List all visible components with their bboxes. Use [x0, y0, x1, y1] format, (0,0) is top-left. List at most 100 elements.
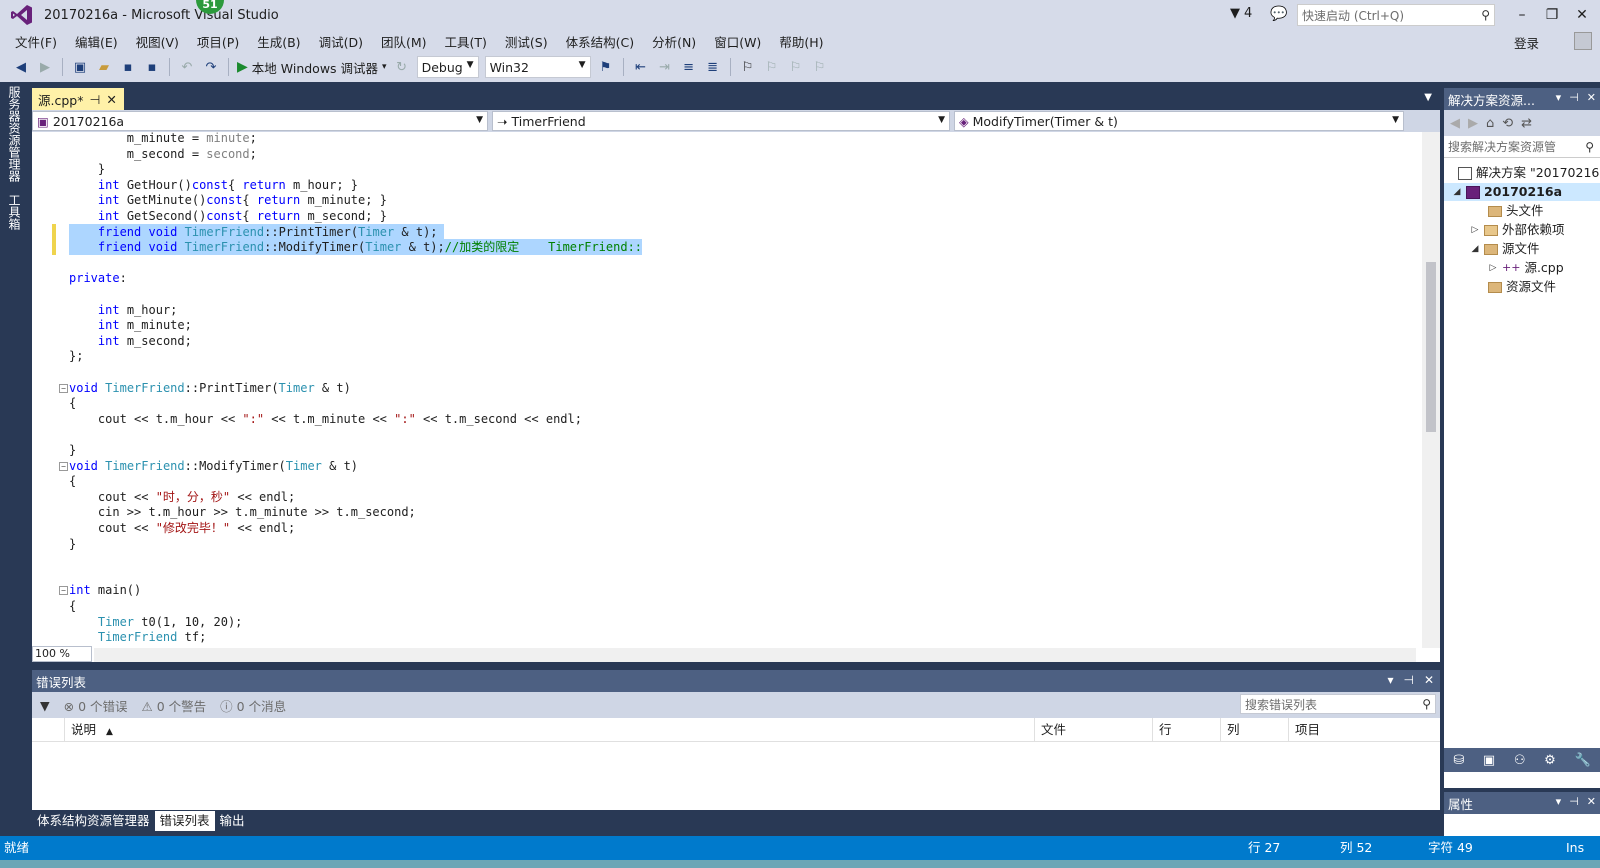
- toolbox-tab[interactable]: 工具箱: [6, 194, 23, 230]
- filter-icon[interactable]: ▼: [40, 698, 50, 713]
- clear-bookmarks-icon[interactable]: ⚐: [811, 58, 829, 76]
- column-line[interactable]: 行: [1152, 718, 1220, 742]
- vertical-scrollbar[interactable]: [1422, 132, 1440, 648]
- collapse-region-icon[interactable]: −: [59, 586, 68, 596]
- member-select[interactable]: ◈ ModifyTimer(Timer & t) ▼: [954, 111, 1404, 131]
- back-icon[interactable]: ◀: [1450, 116, 1460, 131]
- tree-item-source-files[interactable]: ◢ 源文件: [1470, 240, 1540, 258]
- column-col[interactable]: 列: [1220, 718, 1288, 742]
- configuration-select[interactable]: Debug ▼: [416, 56, 479, 78]
- tab-output[interactable]: 输出: [215, 811, 250, 831]
- save-icon[interactable]: ▪: [119, 58, 137, 76]
- code-line[interactable]: int m_minute;: [69, 317, 192, 333]
- refresh-icon[interactable]: ↻: [393, 58, 411, 76]
- code-line[interactable]: int m_hour;: [69, 302, 177, 318]
- home-icon[interactable]: ⌂: [1486, 116, 1494, 131]
- code-line[interactable]: int GetHour()const{ return m_hour; }: [69, 177, 358, 193]
- sign-in-link[interactable]: 登录: [1514, 33, 1539, 52]
- menu-build[interactable]: 生成(B): [248, 32, 309, 51]
- code-line[interactable]: }: [69, 442, 76, 458]
- code-line[interactable]: m_minute = minute;: [69, 132, 257, 146]
- code-line[interactable]: friend void TimerFriend::PrintTimer(Time…: [69, 223, 444, 240]
- class-view-icon[interactable]: ⚙: [1544, 753, 1556, 768]
- tree-item-resource-files[interactable]: 资源文件: [1488, 278, 1556, 296]
- column-file[interactable]: 文件: [1034, 718, 1152, 742]
- code-line[interactable]: int main(): [69, 582, 141, 598]
- code-line[interactable]: };: [69, 348, 83, 364]
- code-line[interactable]: {: [69, 598, 76, 614]
- indent-icon[interactable]: ⇥: [656, 58, 674, 76]
- code-editor[interactable]: m_minute = minute; m_second = second; } …: [32, 132, 1440, 662]
- uncomment-icon[interactable]: ≣: [704, 58, 722, 76]
- errors-filter-button[interactable]: ⊗ 0 个错误: [64, 696, 128, 715]
- start-debugging-button[interactable]: ▶ 本地 Windows 调试器 ▾: [237, 58, 387, 77]
- tab-list-dropdown-icon[interactable]: ▼: [1424, 92, 1432, 103]
- menu-help[interactable]: 帮助(H): [770, 32, 832, 51]
- menu-tools[interactable]: 工具(T): [436, 32, 496, 51]
- save-all-icon[interactable]: ▪: [143, 58, 161, 76]
- new-project-icon[interactable]: ▣: [71, 58, 89, 76]
- code-line[interactable]: cin >> t.m_hour >> t.m_minute >> t.m_sec…: [69, 504, 416, 520]
- quick-launch-input[interactable]: 快速启动 (Ctrl+Q) ⚲: [1297, 4, 1495, 26]
- error-list-search-input[interactable]: 搜索错误列表 ⚲: [1240, 694, 1436, 714]
- menu-architecture[interactable]: 体系结构(C): [557, 32, 643, 51]
- scrollbar-thumb[interactable]: [1426, 262, 1436, 432]
- warnings-filter-button[interactable]: ⚠ 0 个警告: [142, 696, 207, 715]
- pin-icon[interactable]: ⊣: [1403, 673, 1413, 687]
- undo-icon[interactable]: ↶: [178, 58, 196, 76]
- code-line[interactable]: cout << t.m_hour << ":" << t.m_minute <<…: [69, 411, 582, 427]
- pin-icon[interactable]: ⊣: [1569, 795, 1579, 808]
- forward-icon[interactable]: ▶: [1468, 116, 1478, 131]
- solution-explorer-icon[interactable]: ▣: [1483, 753, 1495, 768]
- comment-icon[interactable]: ≡: [680, 58, 698, 76]
- close-button[interactable]: ✕: [1568, 4, 1596, 26]
- solution-search-input[interactable]: 搜索解决方案资源管 ⚲: [1444, 136, 1600, 158]
- column-project[interactable]: 项目: [1288, 718, 1440, 742]
- collapse-arrow-icon[interactable]: ◢: [1470, 240, 1480, 258]
- bookmark-icon[interactable]: ⚐: [739, 58, 757, 76]
- close-icon[interactable]: ✕: [1587, 795, 1596, 808]
- horizontal-scrollbar[interactable]: [94, 648, 1416, 662]
- messages-filter-button[interactable]: ⓘ 0 个消息: [220, 696, 286, 715]
- code-line[interactable]: cout << "修改完毕！" << endl;: [69, 520, 295, 536]
- menu-test[interactable]: 测试(S): [496, 32, 557, 51]
- refresh-icon[interactable]: ⇄: [1521, 116, 1532, 131]
- code-line[interactable]: {: [69, 473, 76, 489]
- code-line[interactable]: }: [69, 161, 105, 177]
- code-line[interactable]: {: [69, 395, 76, 411]
- next-bookmark-icon[interactable]: ⚐: [787, 58, 805, 76]
- menu-analyze[interactable]: 分析(N): [643, 32, 705, 51]
- server-explorer-icon[interactable]: ⛁: [1453, 753, 1464, 768]
- code-line[interactable]: int GetMinute()const{ return m_minute; }: [69, 192, 387, 208]
- notifications-flag[interactable]: ▼ 4: [1230, 6, 1252, 21]
- code-line[interactable]: friend void TimerFriend::ModifyTimer(Tim…: [69, 239, 643, 256]
- zoom-select[interactable]: 100 %: [32, 646, 92, 662]
- class-select[interactable]: ➝ TimerFriend ▼: [492, 111, 950, 131]
- menu-team[interactable]: 团队(M): [372, 32, 436, 51]
- tab-architecture-explorer[interactable]: 体系结构资源管理器: [32, 811, 155, 831]
- find-icon[interactable]: ⚑: [597, 58, 615, 76]
- menu-edit[interactable]: 编辑(E): [66, 32, 127, 51]
- tab-error-list[interactable]: 错误列表: [154, 811, 215, 831]
- tab-source-cpp[interactable]: 源.cpp* ⊣ ✕: [32, 88, 124, 110]
- team-explorer-icon[interactable]: ⚇: [1514, 753, 1526, 768]
- chevron-down-icon[interactable]: ▾: [1556, 795, 1562, 808]
- menu-view[interactable]: 视图(V): [127, 32, 188, 51]
- project-scope-select[interactable]: ▣ 20170216a ▼: [32, 111, 488, 131]
- expand-arrow-icon[interactable]: ▷: [1470, 221, 1480, 239]
- close-icon[interactable]: ✕: [1587, 91, 1596, 104]
- collapse-region-icon[interactable]: −: [59, 461, 68, 471]
- platform-select[interactable]: Win32 ▼: [484, 56, 591, 78]
- code-line[interactable]: TimerFriend tf;: [69, 629, 206, 645]
- close-icon[interactable]: ✕: [1424, 673, 1434, 687]
- code-line[interactable]: m_second = second;: [69, 146, 257, 162]
- prev-bookmark-icon[interactable]: ⚐: [763, 58, 781, 76]
- tree-item-project[interactable]: ◢ 20170216a: [1444, 183, 1600, 201]
- tree-item-source-cpp[interactable]: ▷ ++ 源.cpp: [1488, 259, 1564, 277]
- chevron-down-icon[interactable]: ▾: [1556, 91, 1562, 104]
- tree-item-header-files[interactable]: 头文件: [1488, 202, 1544, 220]
- sync-icon[interactable]: ⟲: [1502, 116, 1513, 131]
- open-file-icon[interactable]: ▰: [95, 58, 113, 76]
- navigate-forward-icon[interactable]: ▶: [36, 58, 54, 76]
- pin-icon[interactable]: ⊣: [1569, 91, 1579, 104]
